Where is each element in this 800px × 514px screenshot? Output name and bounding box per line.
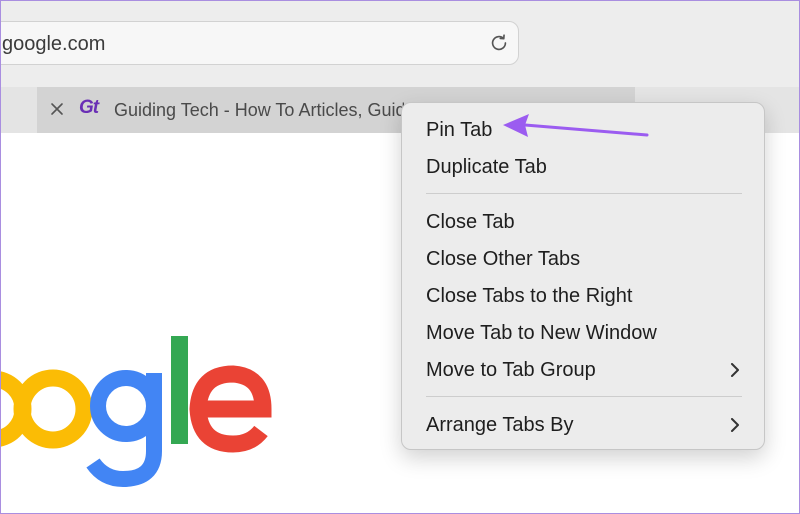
menu-item-close-tabs-right[interactable]: Close Tabs to the Right xyxy=(426,280,744,312)
chevron-right-icon xyxy=(731,363,739,377)
close-icon[interactable] xyxy=(49,101,65,117)
browser-window: google.com Gt Guiding Tech - How To Arti… xyxy=(0,0,800,514)
menu-item-label: Duplicate Tab xyxy=(426,156,547,178)
menu-item-close-other-tabs[interactable]: Close Other Tabs xyxy=(426,243,744,275)
menu-separator xyxy=(426,193,742,194)
menu-item-close-tab[interactable]: Close Tab xyxy=(426,206,744,238)
menu-item-label: Move to Tab Group xyxy=(426,359,596,381)
menu-item-label: Close Tab xyxy=(426,211,515,233)
chevron-right-icon xyxy=(731,418,739,432)
google-logo xyxy=(1,336,272,488)
menu-item-label: Close Tabs to the Right xyxy=(426,285,633,307)
guiding-tech-favicon-icon: Gt xyxy=(79,97,99,118)
address-url: google.com xyxy=(2,33,106,55)
tab-title: Guiding Tech - How To Articles, Guides, … xyxy=(114,100,404,120)
logo-letter-g xyxy=(86,370,162,488)
menu-item-label: Move Tab to New Window xyxy=(426,322,657,344)
menu-item-label: Arrange Tabs By xyxy=(426,414,574,436)
logo-letter-l xyxy=(171,336,188,444)
tab-context-menu: Pin Tab Duplicate Tab Close Tab Close Ot… xyxy=(401,102,765,450)
annotation-arrow-icon xyxy=(503,114,649,137)
address-bar[interactable]: google.com xyxy=(1,21,519,65)
menu-item-arrange-tabs-by[interactable]: Arrange Tabs By xyxy=(426,409,744,441)
toolbar: google.com xyxy=(1,1,799,87)
reload-icon[interactable] xyxy=(488,32,510,54)
menu-separator xyxy=(426,396,742,397)
menu-item-label: Pin Tab xyxy=(426,119,493,141)
menu-item-move-tab-new-window[interactable]: Move Tab to New Window xyxy=(426,317,744,349)
logo-letter-e xyxy=(189,365,272,453)
menu-item-duplicate-tab[interactable]: Duplicate Tab xyxy=(426,151,744,183)
menu-item-label: Close Other Tabs xyxy=(426,248,581,270)
menu-item-move-to-tab-group[interactable]: Move to Tab Group xyxy=(426,354,744,386)
